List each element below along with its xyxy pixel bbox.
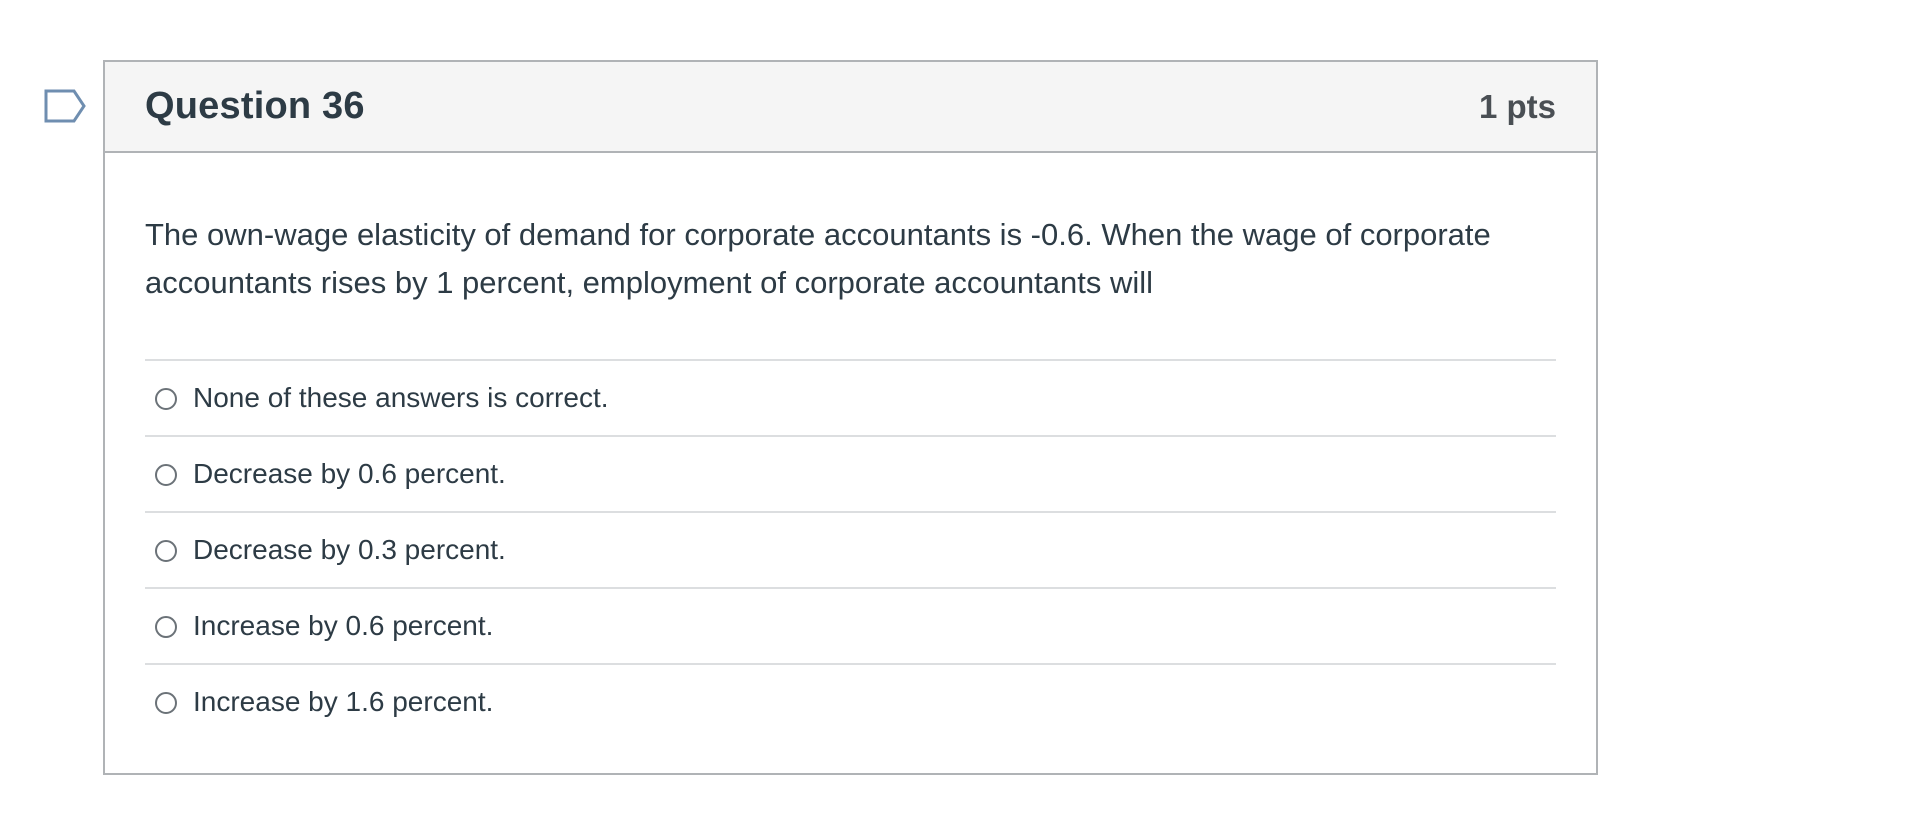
radio-button[interactable] (155, 616, 177, 638)
answer-label[interactable]: Increase by 0.6 percent. (193, 610, 493, 642)
flag-question-icon[interactable] (44, 89, 86, 123)
answer-label[interactable]: Decrease by 0.3 percent. (193, 534, 506, 566)
answer-list: None of these answers is correct. Decrea… (145, 359, 1556, 739)
question-title: Question 36 (145, 85, 365, 127)
radio-button[interactable] (155, 692, 177, 714)
question-text: The own-wage elasticity of demand for co… (145, 217, 1491, 300)
answer-label[interactable]: Decrease by 0.6 percent. (193, 458, 506, 490)
answer-option[interactable]: Decrease by 0.3 percent. (145, 513, 1556, 589)
answer-option[interactable]: Decrease by 0.6 percent. (145, 437, 1556, 513)
answer-label[interactable]: None of these answers is correct. (193, 382, 609, 414)
question-points: 1 pts (1478, 87, 1556, 125)
radio-button[interactable] (155, 388, 177, 410)
answer-label[interactable]: Increase by 1.6 percent. (193, 686, 493, 718)
answer-option[interactable]: None of these answers is correct. (145, 361, 1556, 437)
question-body: The own-wage elasticity of demand for co… (105, 153, 1596, 739)
answer-option[interactable]: Increase by 0.6 percent. (145, 589, 1556, 665)
answer-option[interactable]: Increase by 1.6 percent. (145, 665, 1556, 739)
question-header: Question 36 1 pts (105, 62, 1596, 153)
question-card: Question 36 1 pts The own-wage elasticit… (103, 60, 1598, 775)
radio-button[interactable] (155, 464, 177, 486)
flag-outline-icon (44, 89, 86, 123)
radio-button[interactable] (155, 540, 177, 562)
